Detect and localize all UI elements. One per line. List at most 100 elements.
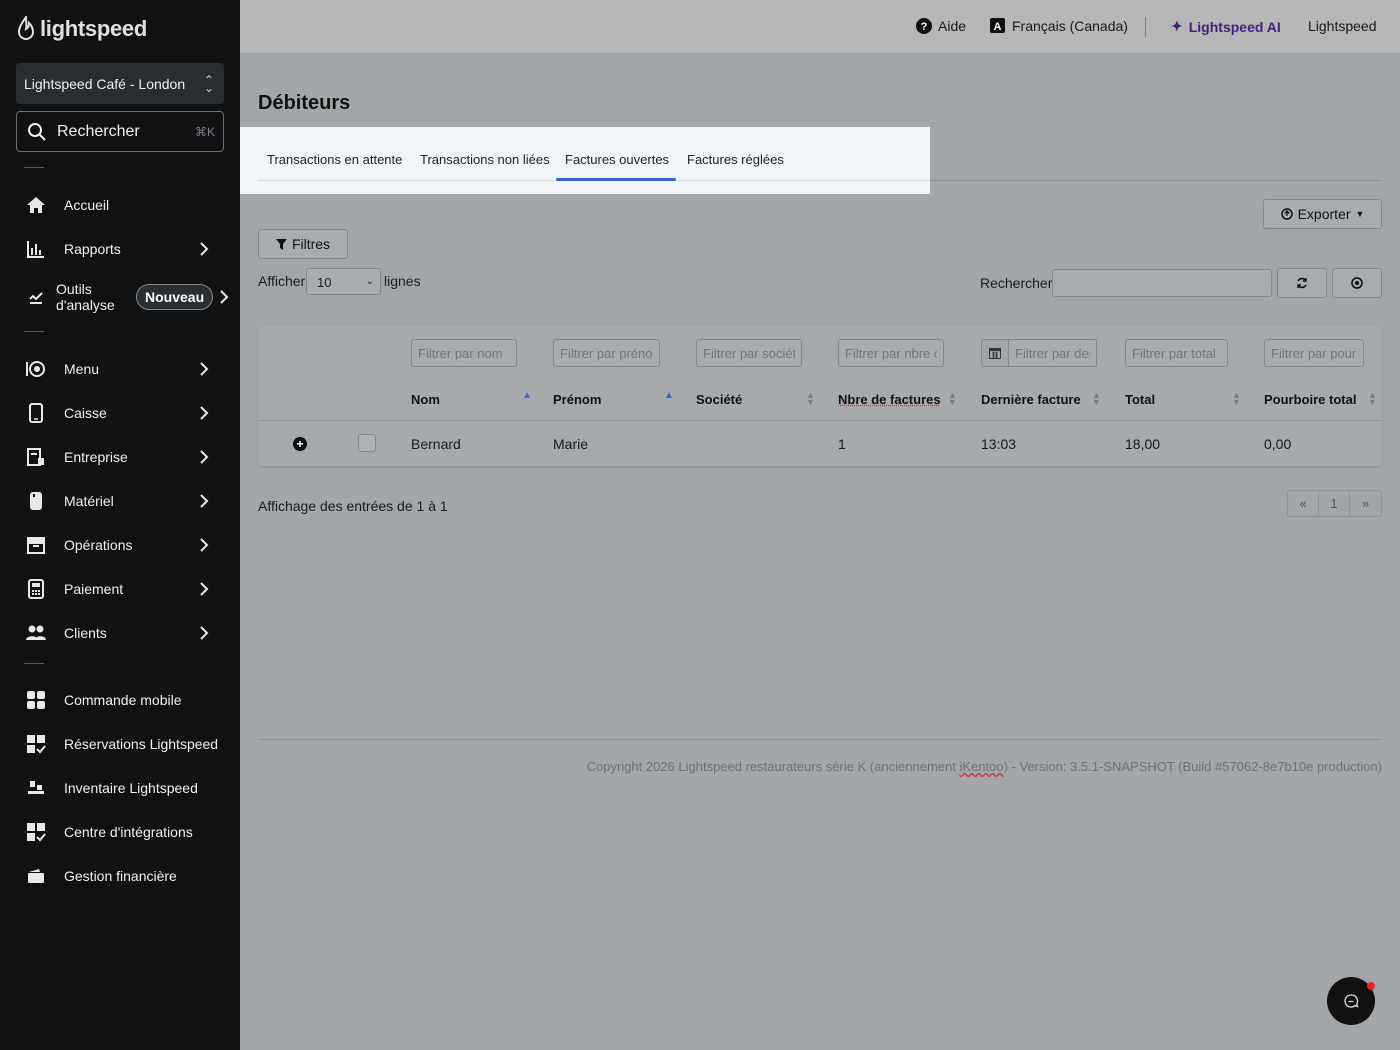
chevron-right-icon [200, 362, 209, 376]
column-header-derniere[interactable]: Dernière facture [981, 392, 1081, 407]
sidebar-divider [24, 663, 44, 664]
refresh-button[interactable] [1277, 268, 1327, 298]
filter-total-input[interactable] [1125, 339, 1228, 367]
sidebar: lightspeed Lightspeed Café - London ⌃ ⌄ R… [0, 0, 240, 1050]
home-icon [24, 193, 48, 217]
sidebar-divider [24, 331, 44, 332]
sidebar-item-integrations[interactable]: Centre d'intégrations [0, 814, 240, 850]
sort-asc-icon[interactable]: ▲ [664, 391, 674, 401]
sidebar-item-outils[interactable]: Outils d'analyse Nouveau [0, 279, 240, 315]
sidebar-item-rapports[interactable]: Rapports [0, 231, 240, 267]
column-header-nbre[interactable]: Nbre de factures [838, 392, 941, 407]
rows-per-page-select[interactable]: 10 ⌄ [306, 268, 381, 295]
sidebar-search[interactable]: Rechercher ⌘K [16, 111, 224, 152]
cell-total: 18,00 [1125, 436, 1161, 452]
help-icon: ? [916, 18, 932, 34]
sidebar-item-gestion-financiere[interactable]: Gestion financière [0, 858, 240, 894]
column-header-total[interactable]: Total [1125, 392, 1155, 407]
top-bar: ? Aide A Français (Canada) ✦ Lightspeed … [240, 0, 1400, 54]
export-circle-icon [1280, 208, 1293, 220]
pagination-next[interactable]: » [1350, 491, 1381, 516]
sidebar-item-accueil[interactable]: Accueil [0, 187, 240, 223]
sort-asc-icon[interactable]: ▲ [522, 391, 532, 401]
sidebar-item-operations[interactable]: Opérations [0, 527, 240, 563]
filter-nbre-input[interactable] [838, 339, 944, 367]
help-button[interactable]: ? Aide [916, 18, 966, 34]
chevron-right-icon [200, 242, 209, 256]
table-search-input[interactable] [1052, 269, 1272, 297]
sidebar-item-label: Entreprise [64, 449, 128, 465]
sort-icon[interactable]: ▲ ▼ [1368, 391, 1377, 407]
sidebar-item-label: Inventaire Lightspeed [64, 780, 198, 796]
expand-plus-icon[interactable]: + [293, 437, 307, 451]
filter-derniere-input[interactable] [1008, 339, 1097, 367]
tab-factures-ouvertes[interactable]: Factures ouvertes [565, 152, 669, 167]
store-selector[interactable]: Lightspeed Café - London ⌃ ⌄ [16, 63, 224, 104]
tablet-icon [24, 401, 48, 425]
bar-chart-icon [24, 237, 48, 261]
filter-societe-input[interactable] [696, 339, 802, 367]
sidebar-item-inventaire[interactable]: Inventaire Lightspeed [0, 770, 240, 806]
search-label: Rechercher: [980, 275, 1057, 291]
sort-icon[interactable]: ▲ ▼ [806, 391, 815, 407]
column-header-societe[interactable]: Société [696, 392, 742, 407]
pagination-page[interactable]: 1 [1319, 491, 1350, 516]
sidebar-item-commande-mobile[interactable]: Commande mobile [0, 682, 240, 718]
lightspeed-ai-button[interactable]: ✦ Lightspeed AI [1171, 18, 1281, 35]
sidebar-divider [24, 167, 44, 168]
chevron-right-icon [200, 538, 209, 552]
sort-icon[interactable]: ▲ ▼ [1232, 391, 1241, 407]
store-name: Lightspeed Café - London [24, 75, 186, 92]
debtors-table: Nom ▲ Prénom ▲ Société ▲▼ Nbre de factur… [258, 326, 1382, 466]
caret-down-icon: ▼ [1355, 209, 1365, 219]
refresh-icon [1297, 277, 1307, 289]
footer-text: Copyright 2026 Lightspeed restaurateurs … [586, 759, 960, 774]
filter-pourboire-input[interactable] [1264, 339, 1364, 367]
chevron-right-icon [200, 450, 209, 464]
account-label: Lightspeed [1308, 18, 1377, 34]
filters-button[interactable]: Filtres [258, 229, 348, 259]
sort-icon[interactable]: ▲ ▼ [1092, 391, 1101, 407]
sidebar-item-label: Matériel [64, 493, 114, 509]
lightspeed-logo[interactable]: lightspeed [16, 16, 147, 42]
filters-label: Filtres [291, 236, 331, 252]
analytics-icon [24, 285, 48, 309]
tab-factures-reglees[interactable]: Factures réglées [687, 152, 784, 167]
sidebar-item-clients[interactable]: Clients [0, 615, 240, 651]
filter-prenom-input[interactable] [553, 339, 660, 367]
footer-brand: iKentoo [959, 759, 1004, 774]
cell-pourboire: 0,00 [1264, 436, 1292, 452]
cell-nbre: 1 [838, 436, 846, 452]
tab-transactions-en-attente[interactable]: Transactions en attente [267, 152, 402, 167]
sidebar-item-paiement[interactable]: Paiement [0, 571, 240, 607]
calendar-icon[interactable] [981, 339, 1008, 367]
search-label: Rechercher [57, 122, 140, 140]
topbar-separator [1145, 17, 1146, 37]
language-selector[interactable]: A Français (Canada) [990, 18, 1128, 34]
integrations-icon [24, 820, 48, 844]
sidebar-item-materiel[interactable]: Matériel [0, 483, 240, 519]
sidebar-item-label: Réservations Lightspeed [64, 736, 219, 752]
sidebar-item-menu[interactable]: Menu [0, 351, 240, 387]
clear-search-button[interactable] [1332, 268, 1382, 298]
footer-divider [258, 739, 1382, 740]
sidebar-item-reservations[interactable]: Réservations Lightspeed [0, 726, 240, 762]
export-label: Exporter [1297, 206, 1351, 222]
pagination-prev[interactable]: « [1288, 491, 1319, 516]
chevron-right-icon [220, 290, 229, 304]
tabs-bar: Transactions en attente Transactions non… [240, 127, 930, 194]
account-menu[interactable]: Lightspeed [1308, 18, 1377, 34]
filter-nom-input[interactable] [411, 339, 517, 367]
sort-icon[interactable]: ▲ ▼ [948, 391, 957, 407]
sidebar-item-entreprise[interactable]: Entreprise [0, 439, 240, 475]
row-checkbox[interactable] [358, 434, 376, 452]
logo-text: lightspeed [40, 16, 148, 41]
export-button[interactable]: Exporter ▼ [1263, 199, 1382, 229]
tab-transactions-non-liees[interactable]: Transactions non liées [420, 152, 550, 167]
language-icon: A [990, 18, 1005, 33]
sidebar-item-caisse[interactable]: Caisse [0, 395, 240, 431]
sidebar-item-label: Outils d'analyse [56, 281, 115, 313]
column-header-prenom[interactable]: Prénom [553, 392, 601, 407]
column-header-nom[interactable]: Nom [411, 392, 440, 407]
column-header-pourboire[interactable]: Pourboire total [1264, 392, 1356, 407]
